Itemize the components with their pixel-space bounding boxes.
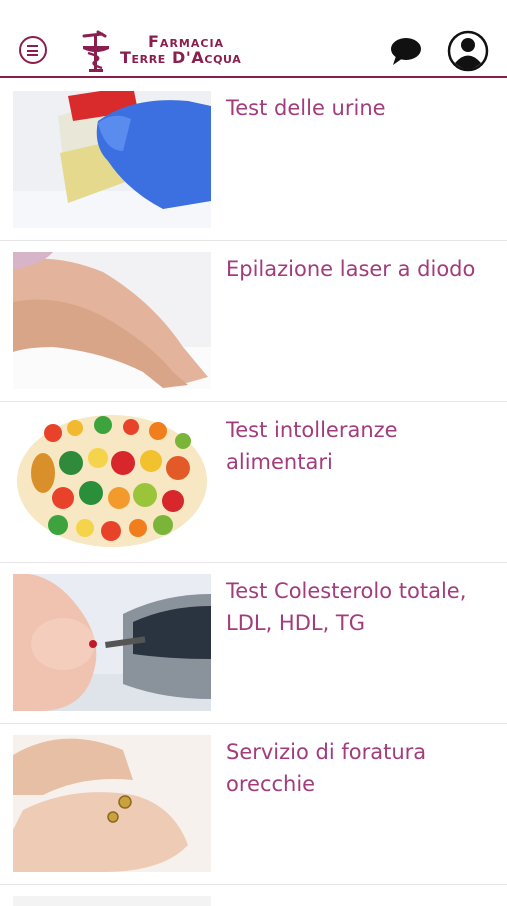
user-profile-icon[interactable] <box>447 30 489 72</box>
services-list: Test delle urine Epilazione laser a diod… <box>0 80 507 906</box>
logo-line-2: Terre D'Acqua <box>120 48 242 67</box>
service-item[interactable]: Epilazione laser a diodo <box>0 241 507 402</box>
urine-sample-image <box>13 91 211 228</box>
fruits-vegetables-image <box>13 413 211 550</box>
service-item[interactable]: Test intolleranze alimentari <box>0 402 507 563</box>
service-title: Servizio di foratura orecchie <box>226 740 427 796</box>
chat-bubble-icon[interactable] <box>389 36 423 66</box>
menu-button[interactable] <box>19 36 47 64</box>
service-image-partial <box>13 896 211 906</box>
earrings-hands-image <box>13 735 211 872</box>
service-item[interactable]: Test Colesterolo totale, LDL, HDL, TG <box>0 563 507 724</box>
service-title: Test Colesterolo totale, LDL, HDL, TG <box>226 579 467 635</box>
service-title: Epilazione laser a diodo <box>226 257 476 281</box>
glucometer-finger-image <box>13 574 211 711</box>
service-item[interactable]: Servizio di foratura orecchie <box>0 724 507 885</box>
legs-image <box>13 252 211 389</box>
service-item[interactable]: Test delle urine <box>0 80 507 241</box>
app-header: Farmacia Terre D'Acqua <box>0 0 507 78</box>
pharmacy-logo-icon <box>82 30 109 72</box>
service-title: Test intolleranze alimentari <box>226 418 398 474</box>
pharmacy-logo-text[interactable]: Farmacia Terre D'Acqua <box>120 34 241 66</box>
service-item-partial <box>0 885 507 906</box>
service-title: Test delle urine <box>226 96 386 120</box>
